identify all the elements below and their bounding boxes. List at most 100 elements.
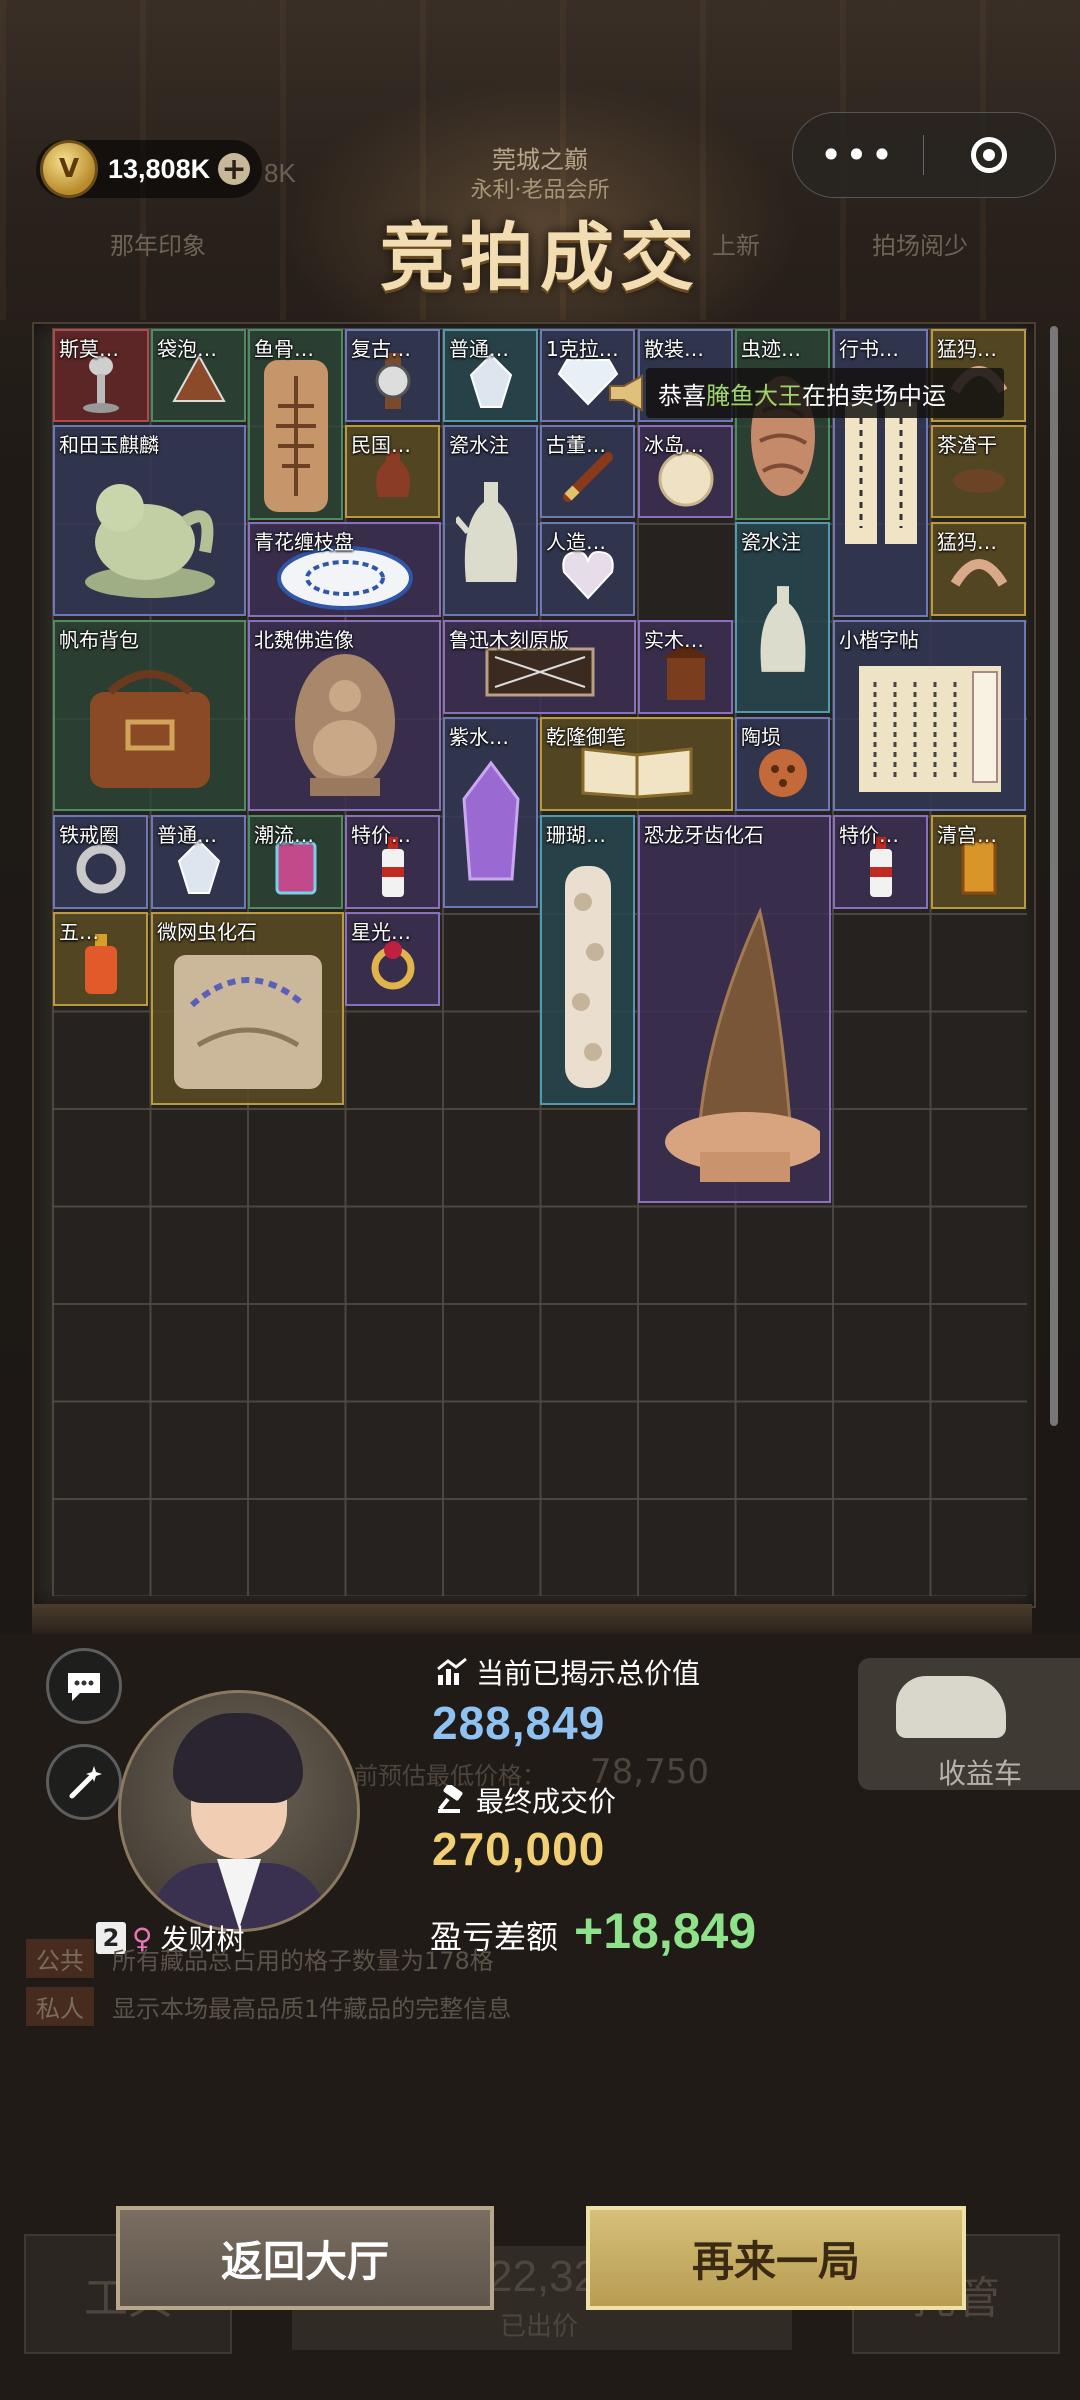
final-price-value: 270,000 (432, 1823, 606, 1875)
gavel-icon (438, 1785, 463, 1813)
item-label: 恐龙牙齿化石 (644, 823, 764, 847)
item-dinosaur-tooth-fossil[interactable]: 恐龙牙齿化石 (638, 815, 831, 1203)
item-tea-bag[interactable]: 袋泡… (151, 329, 246, 422)
item-figurine[interactable]: 斯莫… (53, 329, 149, 422)
item-tea-residue[interactable]: 茶渣干 (931, 425, 1026, 518)
revealed-value: 288,849 (432, 1697, 606, 1749)
item-label: 实木… (644, 628, 704, 652)
coin-icon: V (40, 140, 98, 198)
item-fish-fossil[interactable]: 鱼骨… (248, 329, 343, 520)
item-label: 冰岛… (644, 433, 704, 457)
item-label: 帆布背包 (59, 628, 139, 652)
item-label: 珊瑚… (546, 823, 606, 847)
item-micro-net-fossil[interactable]: 微网虫化石 (151, 912, 344, 1105)
tea-residue-icon (952, 468, 1005, 493)
coin-ghost-text: 8K (264, 158, 296, 188)
item-label: 小楷字帖 (839, 628, 919, 652)
chat-line-public: 公共 所有藏品总占用的格子数量为178格 (26, 1938, 494, 1978)
profit-diff-value: +18,849 (574, 1903, 757, 1959)
item-coral[interactable]: 珊瑚… (540, 815, 635, 1105)
dinosaur-tooth-icon (664, 907, 820, 1183)
page-title: 竞拍成交 (380, 215, 700, 301)
chat-bubble-icon (68, 1673, 100, 1701)
item-vintage-watch[interactable]: 复古… (345, 329, 440, 422)
final-price-label: 最终成交价 (436, 1780, 616, 1820)
item-label: 普通… (157, 823, 217, 847)
grid-bottom-edge (32, 1604, 1032, 1634)
item-trendy-toy[interactable]: 潮流… (248, 815, 343, 909)
item-northern-wei-buddha[interactable]: 北魏佛造像 (248, 620, 441, 811)
item-wuliangye[interactable]: 五… (53, 912, 148, 1006)
close-button[interactable] (924, 137, 1054, 173)
item-label: 行书… (839, 337, 899, 361)
car-icon (896, 1676, 1006, 1738)
play-again-button[interactable]: 再来一局 (586, 2206, 966, 2310)
item-label: 斯莫… (59, 337, 119, 361)
return-lobby-button[interactable]: 返回大厅 (116, 2206, 494, 2310)
more-options-icon[interactable]: ••• (793, 113, 923, 197)
scroll-icon (844, 402, 917, 544)
item-porcelain-ewer-1[interactable]: 瓷水注 (443, 425, 538, 616)
item-label: 袋泡… (157, 337, 217, 361)
coin-balance[interactable]: V 13,808K + (36, 140, 262, 198)
item-label: 猛犸… (937, 530, 997, 554)
woodcut-icon (485, 647, 594, 697)
item-mammoth-2[interactable]: 猛犸… (931, 522, 1026, 616)
chat-button[interactable] (46, 1648, 122, 1724)
item-label: 陶埙 (741, 725, 781, 749)
coral-icon (564, 866, 611, 1089)
item-label: 散装… (644, 337, 704, 361)
fossil-slab-icon (173, 954, 322, 1089)
megaphone-icon (609, 374, 643, 412)
item-qianlong-imperial-brush[interactable]: 乾隆御笔 (540, 717, 733, 811)
item-moutai-2[interactable]: 特价… (833, 815, 928, 909)
item-moutai-1[interactable]: 特价… (345, 815, 440, 909)
coin-amount: 13,808K (108, 153, 211, 184)
ghost-tab-left: 那年印象 (110, 232, 206, 260)
item-label: 1克拉… (546, 337, 619, 361)
item-regular-script-copybook[interactable]: 小楷字帖 (833, 620, 1026, 811)
item-wooden-shrine[interactable]: 实木… (638, 620, 733, 714)
item-iron-ring[interactable]: 铁戒圈 (53, 815, 148, 909)
item-plain-crystal[interactable]: 普通… (151, 815, 246, 909)
chat-text-public: 所有藏品总占用的格子数量为178格 (112, 1946, 494, 1975)
item-amethyst[interactable]: 紫水… (443, 717, 538, 908)
item-label: 乾隆御笔 (546, 725, 626, 749)
buddha-statue-icon (294, 653, 395, 796)
add-coins-icon[interactable]: + (218, 152, 251, 187)
mini-program-capsule: ••• (792, 112, 1056, 198)
item-label: 星光… (351, 920, 411, 944)
item-label: 人造… (546, 530, 606, 554)
item-porcelain-ewer-2[interactable]: 瓷水注 (735, 522, 830, 713)
item-iceland-teacake[interactable]: 冰岛… (638, 425, 733, 518)
item-label: 五… (59, 920, 99, 944)
congrats-notice-banner: 恭喜腌鱼大王在拍卖场中运 (609, 368, 1004, 418)
magic-wand-button[interactable] (46, 1744, 122, 1820)
item-label: 虫迹… (741, 337, 801, 361)
item-crystal[interactable]: 普通… (443, 329, 538, 422)
revealed-value-label: 当前已揭示总价值 (436, 1652, 700, 1692)
venue-name: 莞城之巅 (492, 146, 588, 174)
item-qing-palace-tea[interactable]: 清宫… (931, 815, 1026, 909)
item-worm-trace[interactable]: 虫迹… (735, 329, 830, 520)
item-republic-vase[interactable]: 民国… (345, 425, 440, 518)
ghost-bid-number: 22,32 (488, 2252, 599, 2301)
item-label: 青花缠枝盘 (254, 530, 354, 554)
item-label: 瓷水注 (741, 530, 801, 554)
grid-scrollbar[interactable] (1050, 326, 1058, 1426)
item-blue-white-plate[interactable]: 青花缠枝盘 (248, 522, 441, 617)
item-pottery-xun[interactable]: 陶埙 (735, 717, 830, 811)
item-starlight-ring[interactable]: 星光… (345, 912, 440, 1006)
item-synthetic-gem[interactable]: 人造… (540, 522, 635, 616)
item-antique-pen[interactable]: 古董… (540, 425, 635, 518)
trend-chart-icon (437, 1657, 467, 1685)
chat-text-private: 显示本场最高品质1件藏品的完整信息 (112, 1994, 512, 2023)
item-label: 猛犸… (937, 337, 997, 361)
item-canvas-bag[interactable]: 帆布背包 (53, 620, 246, 811)
item-jade-qilin[interactable]: 和田玉麒麟 (53, 425, 246, 616)
ewer-icon (455, 481, 517, 582)
item-label: 铁戒圈 (59, 823, 119, 847)
item-label: 鲁迅木刻原版 (449, 628, 569, 652)
item-label: 瓷水注 (449, 433, 509, 457)
item-luxun-woodcut[interactable]: 鲁迅木刻原版 (443, 620, 636, 714)
